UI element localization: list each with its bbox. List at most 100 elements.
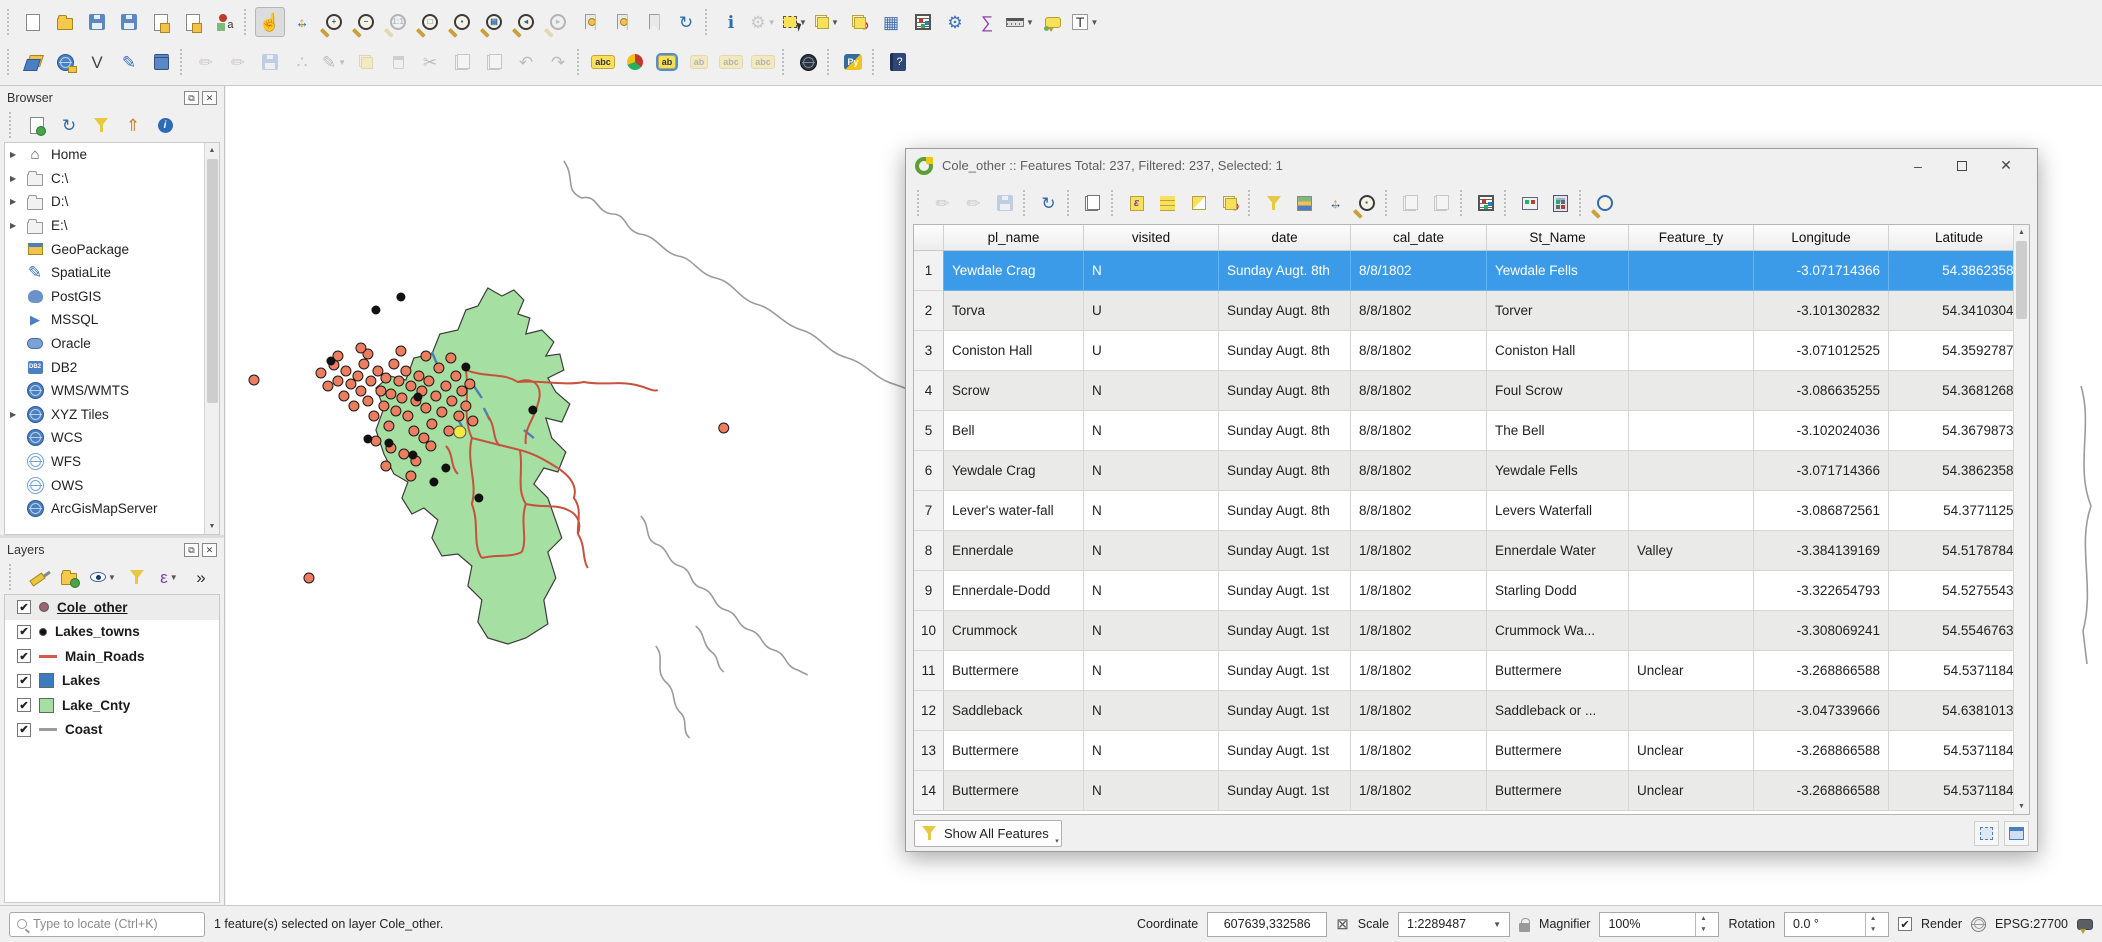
browser-item-arcgismapserver[interactable]: ArcGisMapServer: [5, 497, 219, 521]
layer-visibility-checkbox[interactable]: ✔: [17, 723, 31, 737]
row-number[interactable]: 4: [914, 371, 944, 411]
layer-item-lake_cnty[interactable]: ✔Lake_Cnty: [5, 693, 219, 718]
column-header-visited[interactable]: visited: [1084, 225, 1219, 250]
cell[interactable]: Starling Dodd: [1487, 571, 1629, 611]
cell[interactable]: -3.071714366: [1754, 251, 1889, 291]
table-row[interactable]: 14ButtermereNSunday Augt. 1st1/8/1802But…: [914, 771, 2029, 811]
row-number[interactable]: 6: [914, 451, 944, 491]
cell[interactable]: Sunday Augt. 1st: [1219, 691, 1351, 731]
column-header-date[interactable]: date: [1219, 225, 1351, 250]
scroll-up-icon[interactable]: ▲: [209, 143, 216, 158]
chevron-down-icon[interactable]: ▼: [1026, 18, 1034, 27]
cell[interactable]: -3.308069241: [1754, 611, 1889, 651]
browser-item-geopackage[interactable]: GeoPackage: [5, 237, 219, 261]
table-row[interactable]: 6Yewdale CragNSunday Augt. 8th8/8/1802Ye…: [914, 451, 2029, 491]
expand-icon[interactable]: ▶: [10, 221, 19, 230]
cell[interactable]: Coniston Hall: [1487, 331, 1629, 371]
cell[interactable]: [1629, 611, 1754, 651]
browser-item-oracle[interactable]: Oracle: [5, 332, 219, 356]
locate-input[interactable]: Type to locate (Ctrl+K): [9, 912, 205, 937]
temporal-controller[interactable]: [639, 7, 669, 37]
processing-toolbox[interactable]: ⚙: [940, 7, 970, 37]
cell[interactable]: [1629, 411, 1754, 451]
cell[interactable]: Sunday Augt. 8th: [1219, 251, 1351, 291]
filter-legend[interactable]: [124, 564, 150, 590]
zoom-full[interactable]: □: [415, 7, 445, 37]
row-number[interactable]: 1: [914, 251, 944, 291]
cell[interactable]: N: [1084, 571, 1219, 611]
rotation-spinner[interactable]: 0.0 ° ▲▼: [1784, 912, 1889, 937]
cell[interactable]: Crummock Wa...: [1487, 611, 1629, 651]
cell[interactable]: Sunday Augt. 8th: [1219, 371, 1351, 411]
table-row[interactable]: 8EnnerdaleNSunday Augt. 1st1/8/1802Enner…: [914, 531, 2029, 571]
cell[interactable]: 54.63810131: [1889, 691, 2029, 731]
column-header-pl_name[interactable]: pl_name: [944, 225, 1084, 250]
cell[interactable]: -3.071714366: [1754, 451, 1889, 491]
cell[interactable]: 54.37711254: [1889, 491, 2029, 531]
row-number[interactable]: 10: [914, 611, 944, 651]
cell[interactable]: [1629, 371, 1754, 411]
layer-item-lakes[interactable]: ✔Lakes: [5, 669, 219, 694]
zoom-to-selection[interactable]: ▪: [447, 7, 477, 37]
scroll-thumb[interactable]: [207, 159, 218, 403]
browser-item-home[interactable]: ▶⌂Home: [5, 143, 219, 167]
table-scrollbar[interactable]: ▲ ▼: [2013, 225, 2029, 814]
cell[interactable]: 54.34103045: [1889, 291, 2029, 331]
cell[interactable]: -3.047339666: [1754, 691, 1889, 731]
save-project[interactable]: [82, 7, 112, 37]
cell[interactable]: 54.38623582: [1889, 451, 2029, 491]
select-by-expression[interactable]: ε: [1122, 189, 1151, 218]
cell[interactable]: 54.53711843: [1889, 771, 2029, 811]
zoom-to-layer[interactable]: ▤: [479, 7, 509, 37]
cell[interactable]: Ennerdale-Dodd: [944, 571, 1084, 611]
browser-item-d-[interactable]: ▶D:\: [5, 190, 219, 214]
layer-visibility-checkbox[interactable]: ✔: [17, 674, 31, 688]
cell[interactable]: Torver: [1487, 291, 1629, 331]
row-number[interactable]: 13: [914, 731, 944, 771]
select-features[interactable]: ▼: [780, 7, 810, 37]
table-row[interactable]: 10CrummockNSunday Augt. 1st1/8/1802Crumm…: [914, 611, 2029, 651]
layer-visibility-checkbox[interactable]: ✔: [17, 625, 31, 639]
chevron-down-icon[interactable]: ▼: [108, 573, 116, 582]
layer-item-main_roads[interactable]: ✔Main_Roads: [5, 644, 219, 669]
dialog-titlebar[interactable]: Cole_other :: Features Total: 237, Filte…: [906, 149, 2037, 182]
row-number[interactable]: 5: [914, 411, 944, 451]
cell[interactable]: Sunday Augt. 1st: [1219, 531, 1351, 571]
table-row[interactable]: 1Yewdale CragNSunday Augt. 8th8/8/1802Ye…: [914, 251, 2029, 291]
cell[interactable]: 8/8/1802: [1351, 371, 1487, 411]
cell[interactable]: N: [1084, 771, 1219, 811]
open-field-calculator[interactable]: [1546, 189, 1575, 218]
cell[interactable]: -3.086635255: [1754, 371, 1889, 411]
zoom-last[interactable]: ◂: [511, 7, 541, 37]
row-number[interactable]: 3: [914, 331, 944, 371]
chevron-down-icon[interactable]: ▼: [170, 573, 178, 582]
cell[interactable]: Sunday Augt. 8th: [1219, 331, 1351, 371]
browser-item-postgis[interactable]: PostGIS: [5, 285, 219, 309]
table-row[interactable]: 13ButtermereNSunday Augt. 1st1/8/1802But…: [914, 731, 2029, 771]
help-contents[interactable]: ?: [883, 47, 913, 77]
maximize-button[interactable]: [1940, 151, 1984, 180]
browser-item-wms-wmts[interactable]: WMS/WMTS: [5, 379, 219, 403]
cell[interactable]: N: [1084, 411, 1219, 451]
column-header-cal_date[interactable]: cal_date: [1351, 225, 1487, 250]
new-layer-quill[interactable]: ✎: [114, 47, 144, 77]
row-number[interactable]: 2: [914, 291, 944, 331]
coordinate-input[interactable]: 607639,332586: [1207, 912, 1327, 937]
vertex-tool-topology[interactable]: V: [82, 47, 112, 77]
data-source-manager[interactable]: [18, 47, 48, 77]
column-header-Longitude[interactable]: Longitude: [1754, 225, 1889, 250]
panel-overflow[interactable]: »: [188, 564, 214, 590]
column-header-St_Name[interactable]: St_Name: [1487, 225, 1629, 250]
cell[interactable]: [1629, 691, 1754, 731]
cell[interactable]: 54.51787841: [1889, 531, 2029, 571]
browser-item-wcs[interactable]: WCS: [5, 426, 219, 450]
cell[interactable]: -3.268866588: [1754, 771, 1889, 811]
dock-table-button[interactable]: [1974, 821, 1999, 846]
layer-styling[interactable]: [24, 564, 50, 590]
cell[interactable]: [1629, 451, 1754, 491]
cell[interactable]: Yewdale Fells: [1487, 451, 1629, 491]
magnifier-spinner[interactable]: 100% ▲▼: [1599, 912, 1719, 937]
browser-item-ows[interactable]: OWS: [5, 473, 219, 497]
layer-visibility-checkbox[interactable]: ✔: [17, 649, 31, 663]
browser-refresh[interactable]: ↻: [56, 112, 82, 138]
